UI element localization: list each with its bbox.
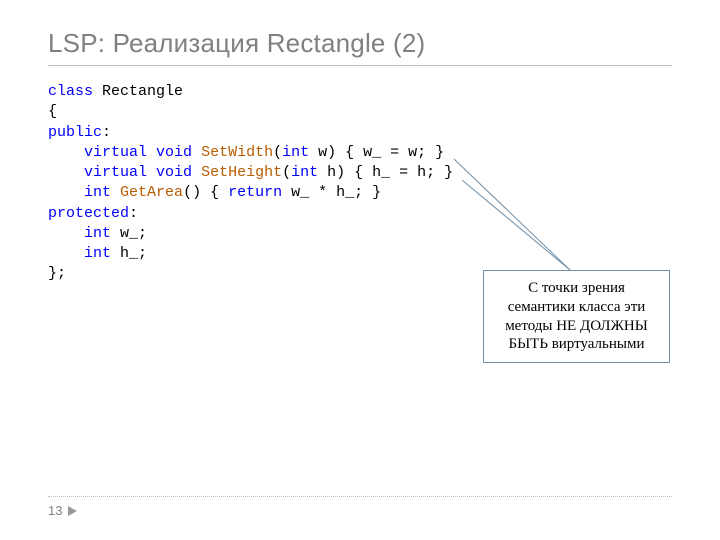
code-text: :: [102, 124, 111, 141]
fn-setheight: SetHeight: [201, 164, 282, 181]
play-arrow-icon: [68, 506, 77, 516]
footer-rule: [48, 496, 672, 497]
slide-title: LSP: Реализация Rectangle (2): [48, 28, 672, 59]
code-text: [48, 245, 84, 262]
code-text: h) { h_ = h; }: [318, 164, 453, 181]
code-text: [192, 144, 201, 161]
code-text: Rectangle: [93, 83, 183, 100]
kw-int: int: [282, 144, 309, 161]
code-text: [48, 184, 84, 201]
code-text: [48, 225, 84, 242]
kw-void: void: [156, 144, 192, 161]
kw-int: int: [84, 225, 111, 242]
page-number: 13: [48, 503, 62, 518]
code-text: [48, 144, 84, 161]
kw-void: void: [156, 164, 192, 181]
code-text: :: [129, 205, 138, 222]
code-text: [147, 164, 156, 181]
fn-setwidth: SetWidth: [201, 144, 273, 161]
fn-getarea: GetArea: [120, 184, 183, 201]
code-text: (: [282, 164, 291, 181]
code-text: {: [48, 103, 57, 120]
kw-virtual: virtual: [84, 164, 147, 181]
code-text: (: [273, 144, 282, 161]
code-text: () {: [183, 184, 228, 201]
code-text: [48, 164, 84, 181]
callout-box: С точки зрения семантики класса эти мето…: [483, 270, 670, 363]
callout-text: С точки зрения семантики класса эти мето…: [505, 280, 648, 352]
code-block: class Rectangle { public: virtual void S…: [48, 82, 672, 285]
footer-row: 13: [48, 503, 672, 518]
code-text: w_ * h_; }: [282, 184, 381, 201]
title-rule: [48, 65, 672, 66]
code-text: [147, 144, 156, 161]
kw-class: class: [48, 83, 93, 100]
code-text: h_;: [111, 245, 147, 262]
code-text: [111, 184, 120, 201]
slide: LSP: Реализация Rectangle (2) class Rect…: [0, 0, 720, 540]
kw-return: return: [228, 184, 282, 201]
kw-int: int: [84, 245, 111, 262]
kw-int: int: [84, 184, 111, 201]
code-text: };: [48, 265, 66, 282]
footer: 13: [48, 496, 672, 518]
kw-public: public: [48, 124, 102, 141]
kw-virtual: virtual: [84, 144, 147, 161]
code-text: w) { w_ = w; }: [309, 144, 444, 161]
kw-int: int: [291, 164, 318, 181]
code-text: [192, 164, 201, 181]
kw-protected: protected: [48, 205, 129, 222]
code-text: w_;: [111, 225, 147, 242]
